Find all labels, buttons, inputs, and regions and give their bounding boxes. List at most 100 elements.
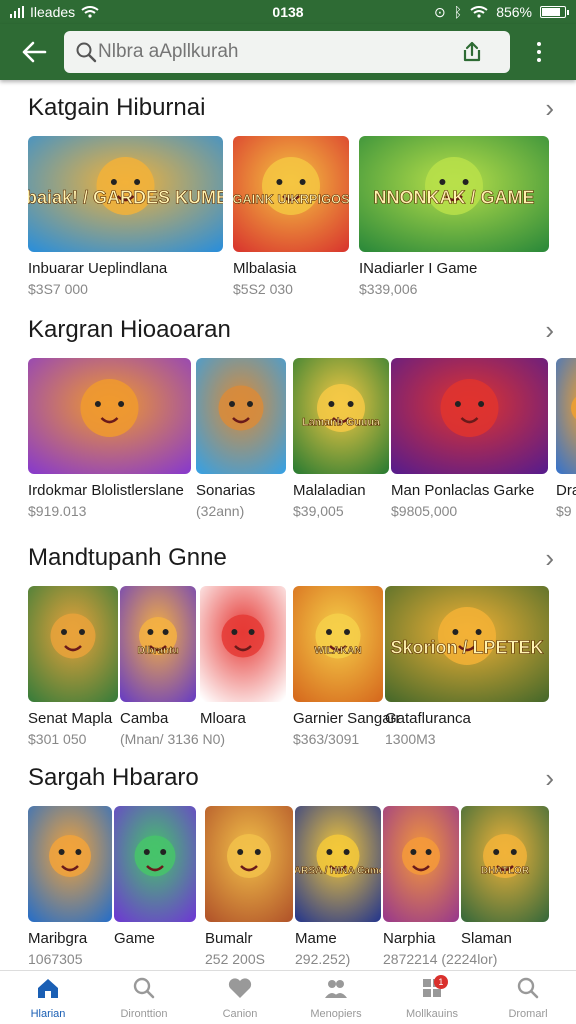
app-thumbnail[interactable]: Dlbrantu [120, 586, 196, 702]
chevron-right-icon[interactable]: › [545, 763, 554, 794]
app-thumbnail[interactable] [28, 586, 118, 702]
app-meta: $39,005 [293, 503, 344, 519]
nav-label: Hlarian [30, 1007, 66, 1020]
app-thumbnail[interactable] [391, 358, 548, 474]
app-tile[interactable]: GAINK UIKRPIGOS Mlbalasia $5S2 030 [233, 136, 349, 297]
app-tile[interactable]: GARSA / HINA Cames Mame 292.252) [295, 806, 381, 967]
app-tile[interactable]: Irdokmar Blolistlerslane $919.013 [28, 358, 191, 519]
more-options-button[interactable] [524, 30, 554, 74]
share-icon [463, 41, 481, 62]
chevron-right-icon[interactable]: › [545, 543, 554, 574]
app-tile[interactable]: Maribgra 1067305 [28, 806, 112, 967]
nav-label: Mollkauins [406, 1007, 458, 1020]
back-button[interactable] [12, 30, 56, 74]
character-face [227, 834, 271, 878]
app-thumbnail[interactable]: Lamanb Guuua [293, 358, 389, 474]
app-tile[interactable]: Skorion / LPETEK Gatafluranca 1300M3 [385, 586, 549, 747]
thumbnail-art-text: DHATLOR [481, 865, 530, 876]
app-tile[interactable]: Man Ponlaclas Garke $9805,000 [391, 358, 548, 519]
thumbnail-art [196, 358, 286, 474]
search-input[interactable] [98, 41, 458, 63]
app-tile[interactable]: Dlbrantu Camba (Mnan/ 3136 N0) [120, 586, 225, 747]
app-name: INadiarler I Game [359, 260, 478, 277]
app-name: Mloara [200, 710, 246, 727]
chevron-right-icon[interactable]: › [545, 315, 554, 346]
chevron-right-icon[interactable]: › [545, 93, 554, 124]
app-tile[interactable]: Mloara [200, 586, 286, 731]
app-thumbnail[interactable] [28, 358, 191, 474]
thumbnail-art [28, 806, 112, 922]
character-face [218, 385, 264, 431]
thumbnail-art [205, 806, 293, 922]
app-meta: $3S7 000 [28, 281, 88, 297]
nav-item[interactable]: Dironttion [96, 971, 192, 1024]
app-tile[interactable]: Senat Mapla $301 050 [28, 586, 118, 747]
app-thumbnail[interactable] [205, 806, 293, 922]
thumbnail-art [28, 586, 118, 702]
app-thumbnail[interactable]: Skorion / LPETEK [385, 586, 549, 702]
app-name: Inbuarar Ueplindlana [28, 260, 168, 277]
section-header[interactable]: Kargran Hioaoaran › [0, 302, 576, 358]
app-bar [0, 24, 576, 80]
app-meta: $301 050 [28, 731, 87, 747]
app-thumbnail[interactable] [28, 806, 112, 922]
nav-item[interactable]: 1 Mollkauins [384, 971, 480, 1024]
app-meta: (32ann) [196, 503, 245, 519]
app-meta: $5S2 030 [233, 281, 293, 297]
nav-item[interactable]: Canion [192, 971, 288, 1024]
section: Katgain Hiburnai › Inbaiak! / GARDES KUM… [0, 80, 576, 300]
app-name: Malaladian [293, 482, 366, 499]
app-name: Sonarias [196, 482, 256, 499]
share-button[interactable] [458, 38, 486, 66]
tile-row: Maribgra 1067305 Game Bumalr 252 200S AR… [0, 806, 576, 970]
app-thumbnail[interactable] [383, 806, 459, 922]
app-tile[interactable]: Bumalr 252 200S [205, 806, 293, 967]
app-thumbnail[interactable]: GAINK UIKRPIGOS [233, 136, 349, 252]
app-tile[interactable]: DHATLOR Slaman [461, 806, 549, 951]
app-tile[interactable]: Dra $9 [556, 358, 576, 519]
thumbnail-art: Lamanb Guuua [293, 358, 389, 474]
thumbnail-art-text: GARSA / HINA Cames [295, 865, 381, 876]
app-thumbnail[interactable] [556, 358, 576, 474]
section-header[interactable]: Katgain Hiburnai › [0, 80, 576, 136]
nav-item[interactable]: Menopiers [288, 971, 384, 1024]
app-name: Man Ponlaclas Garke [391, 482, 535, 499]
nav-item[interactable]: Dromarl [480, 971, 576, 1024]
bottom-nav: Hlarian Dironttion Canion Menopiers 1 Mo… [0, 970, 576, 1024]
app-thumbnail[interactable] [196, 358, 286, 474]
app-tile[interactable]: Inbaiak! / GARDES KUMBS Inbuarar Ueplind… [28, 136, 223, 297]
app-thumbnail[interactable]: DHATLOR [461, 806, 549, 922]
thumbnail-art-text: GAINK UIKRPIGOS [233, 191, 349, 206]
thumbnail-art [391, 358, 548, 474]
app-name: Bumalr [205, 930, 253, 947]
app-meta: $9 [556, 503, 572, 519]
alarm-icon: ⊙ [434, 3, 446, 20]
app-tile[interactable]: Game [114, 806, 196, 951]
heart-icon [227, 976, 253, 1006]
thumbnail-art: DHATLOR [461, 806, 549, 922]
app-thumbnail[interactable]: GARSA / HINA Cames [295, 806, 381, 922]
nav-item[interactable]: Hlarian [0, 971, 96, 1024]
app-thumbnail[interactable]: NNONKAK / GAME [359, 136, 549, 252]
app-thumbnail[interactable] [114, 806, 196, 922]
app-thumbnail[interactable]: Inbaiak! / GARDES KUMBS [28, 136, 223, 252]
search-bar[interactable] [64, 31, 510, 73]
app-thumbnail[interactable] [200, 586, 286, 702]
app-name: Camba [120, 710, 169, 727]
app-name: Maribgra [28, 930, 88, 947]
thumbnail-art-text: Dlbrantu [137, 645, 178, 656]
app-tile[interactable]: WILAKAN Garnier Sangarr $363/3091 [293, 586, 401, 747]
thumbnail-art-text: WILAKAN [314, 645, 361, 656]
section-header[interactable]: Sargah Hbararo › [0, 750, 576, 806]
app-tile[interactable]: Lamanb Guuua Malaladian $39,005 [293, 358, 389, 519]
app-tile[interactable]: Sonarias (32ann) [196, 358, 286, 519]
thumbnail-art [28, 358, 191, 474]
app-name: Mlbalasia [233, 260, 297, 277]
section-header[interactable]: Mandtupanh Gnne › [0, 530, 576, 586]
app-tile[interactable]: Narphia 2872214 (2224lor) [383, 806, 497, 967]
app-tile[interactable]: NNONKAK / GAME INadiarler I Game $339,00… [359, 136, 549, 297]
people-icon [323, 976, 349, 1006]
app-thumbnail[interactable]: WILAKAN [293, 586, 383, 702]
app-name: Mame [295, 930, 337, 947]
thumbnail-art: Skorion / LPETEK [385, 586, 549, 702]
